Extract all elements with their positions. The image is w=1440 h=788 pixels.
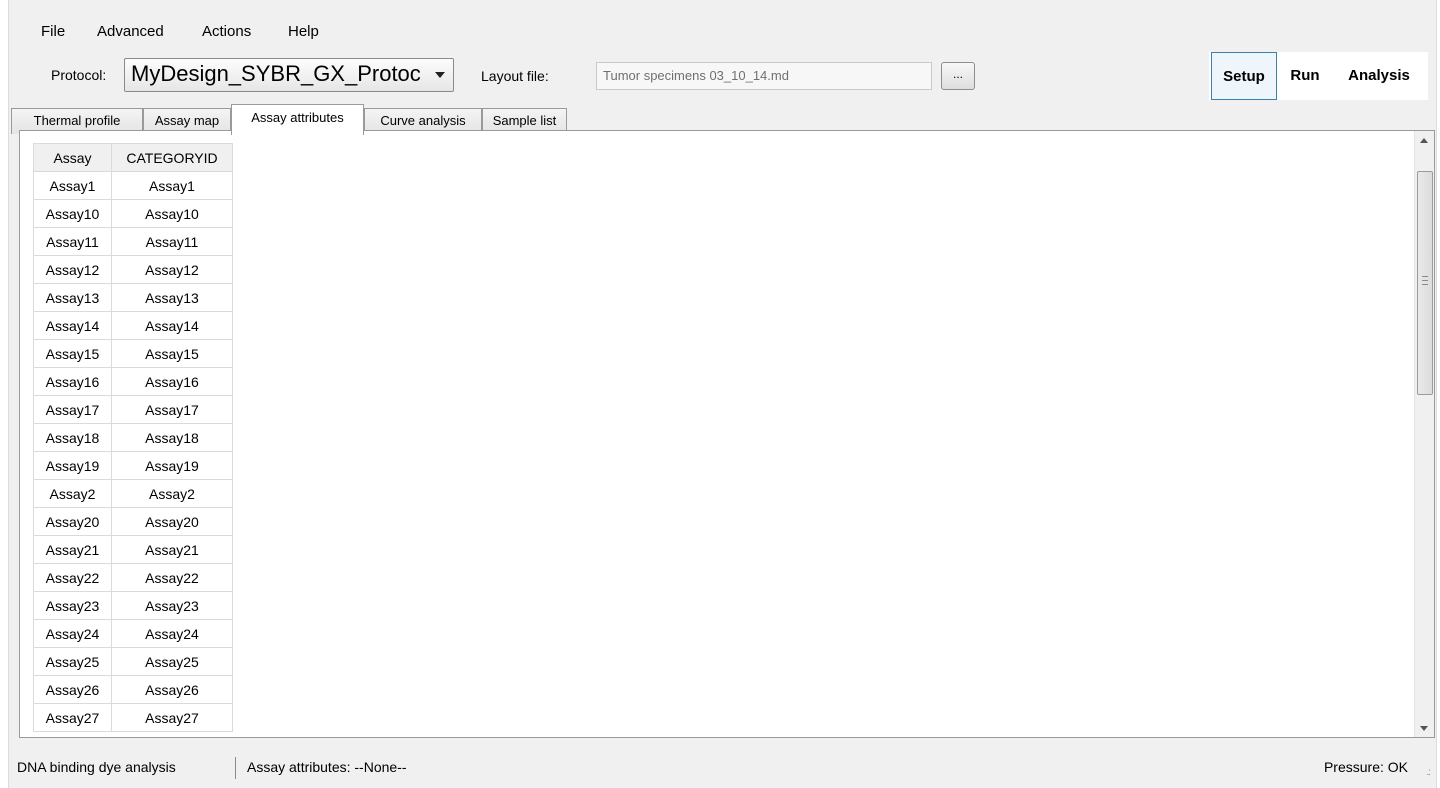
- table-row[interactable]: Assay18 Assay18: [33, 423, 233, 452]
- mode-analysis-button[interactable]: Analysis: [1333, 52, 1425, 100]
- cell-categoryid[interactable]: Assay21: [111, 535, 233, 564]
- cell-categoryid[interactable]: Assay24: [111, 619, 233, 648]
- app-window: File Advanced Actions Help Protocol: MyD…: [8, 0, 1437, 788]
- layout-file-label: Layout file:: [481, 68, 549, 84]
- table-row[interactable]: Assay22 Assay22: [33, 563, 233, 592]
- table-row[interactable]: Assay21 Assay21: [33, 535, 233, 564]
- cell-categoryid[interactable]: Assay19: [111, 451, 233, 480]
- mode-setup-button[interactable]: Setup: [1211, 52, 1277, 100]
- status-analysis-type: DNA binding dye analysis: [17, 759, 176, 775]
- cell-assay[interactable]: Assay18: [33, 423, 112, 452]
- cell-assay[interactable]: Assay22: [33, 563, 112, 592]
- mode-run-button[interactable]: Run: [1283, 52, 1327, 100]
- cell-assay[interactable]: Assay1: [33, 171, 112, 200]
- protocol-value: MyDesign_SYBR_GX_Protoc: [131, 61, 421, 86]
- table-row[interactable]: Assay1 Assay1: [33, 171, 233, 200]
- table-row[interactable]: Assay17 Assay17: [33, 395, 233, 424]
- cell-assay[interactable]: Assay11: [33, 227, 112, 256]
- cell-assay[interactable]: Assay20: [33, 507, 112, 536]
- cell-categoryid[interactable]: Assay2: [111, 479, 233, 508]
- table-row[interactable]: Assay23 Assay23: [33, 591, 233, 620]
- cell-categoryid[interactable]: Assay11: [111, 227, 233, 256]
- table-row[interactable]: Assay20 Assay20: [33, 507, 233, 536]
- cell-categoryid[interactable]: Assay26: [111, 675, 233, 704]
- assay-attributes-panel: Assay CATEGORYID Assay1 Assay1 Assay10 Assa…: [19, 130, 1435, 738]
- tab-strip: Thermal profile Assay map Assay attribut…: [9, 104, 1436, 135]
- scroll-down-arrow-icon[interactable]: [1415, 719, 1434, 737]
- browse-button[interactable]: ...: [941, 62, 975, 90]
- cell-categoryid[interactable]: Assay16: [111, 367, 233, 396]
- cell-assay[interactable]: Assay27: [33, 703, 112, 732]
- grip-icon: [1422, 276, 1428, 285]
- tab-assay-attributes[interactable]: Assay attributes: [231, 104, 364, 135]
- table-row[interactable]: Assay10 Assay10: [33, 199, 233, 228]
- cell-categoryid[interactable]: Assay15: [111, 339, 233, 368]
- chevron-down-icon: [435, 72, 445, 78]
- status-pressure: Pressure: OK: [1323, 759, 1408, 775]
- status-bar: DNA binding dye analysis Assay attribute…: [9, 744, 1436, 788]
- scrollbar-thumb[interactable]: [1417, 171, 1433, 395]
- table-row[interactable]: Assay26 Assay26: [33, 675, 233, 704]
- table-row[interactable]: Assay27 Assay27: [33, 703, 233, 732]
- cell-categoryid[interactable]: Assay13: [111, 283, 233, 312]
- cell-assay[interactable]: Assay12: [33, 255, 112, 284]
- cell-assay[interactable]: Assay15: [33, 339, 112, 368]
- menu-advanced[interactable]: Advanced: [93, 22, 168, 42]
- table-row[interactable]: Assay16 Assay16: [33, 367, 233, 396]
- column-header-assay[interactable]: Assay: [33, 143, 112, 172]
- cell-categoryid[interactable]: Assay22: [111, 563, 233, 592]
- cell-assay[interactable]: Assay21: [33, 535, 112, 564]
- cell-assay[interactable]: Assay24: [33, 619, 112, 648]
- menu-help[interactable]: Help: [284, 22, 323, 42]
- cell-assay[interactable]: Assay25: [33, 647, 112, 676]
- table-row[interactable]: Assay14 Assay14: [33, 311, 233, 340]
- status-divider: [235, 757, 236, 779]
- table-row[interactable]: Assay24 Assay24: [33, 619, 233, 648]
- cell-categoryid[interactable]: Assay25: [111, 647, 233, 676]
- table-row[interactable]: Assay15 Assay15: [33, 339, 233, 368]
- cell-categoryid[interactable]: Assay10: [111, 199, 233, 228]
- cell-assay[interactable]: Assay10: [33, 199, 112, 228]
- cell-assay[interactable]: Assay19: [33, 451, 112, 480]
- table-row[interactable]: Assay12 Assay12: [33, 255, 233, 284]
- table-row[interactable]: Assay13 Assay13: [33, 283, 233, 312]
- scroll-up-arrow-icon[interactable]: [1415, 131, 1434, 149]
- menu-file[interactable]: File: [37, 22, 69, 42]
- cell-categoryid[interactable]: Assay18: [111, 423, 233, 452]
- vertical-scrollbar[interactable]: [1414, 131, 1434, 737]
- layout-file-field[interactable]: Tumor specimens 03_10_14.md: [596, 62, 932, 90]
- cell-categoryid[interactable]: Assay17: [111, 395, 233, 424]
- table-row[interactable]: Assay2 Assay2: [33, 479, 233, 508]
- status-assay-attributes: Assay attributes: --None--: [247, 759, 407, 775]
- cell-assay[interactable]: Assay23: [33, 591, 112, 620]
- table-row[interactable]: Assay11 Assay11: [33, 227, 233, 256]
- cell-categoryid[interactable]: Assay12: [111, 255, 233, 284]
- cell-assay[interactable]: Assay14: [33, 311, 112, 340]
- protocol-label: Protocol:: [51, 67, 107, 83]
- cell-assay[interactable]: Assay2: [33, 479, 112, 508]
- table-row[interactable]: Assay25 Assay25: [33, 647, 233, 676]
- protocol-dropdown[interactable]: MyDesign_SYBR_GX_Protoc: [124, 58, 454, 92]
- cell-categoryid[interactable]: Assay14: [111, 311, 233, 340]
- cell-categoryid[interactable]: Assay27: [111, 703, 233, 732]
- cell-assay[interactable]: Assay17: [33, 395, 112, 424]
- menu-bar: File Advanced Actions Help: [9, 0, 1436, 40]
- cell-assay[interactable]: Assay13: [33, 283, 112, 312]
- assay-grid: Assay CATEGORYID Assay1 Assay1 Assay10 Assa…: [33, 143, 233, 732]
- column-header-categoryid[interactable]: CATEGORYID: [111, 143, 233, 172]
- mode-switcher: Setup Run Analysis: [1209, 52, 1428, 100]
- cell-categoryid[interactable]: Assay23: [111, 591, 233, 620]
- cell-categoryid[interactable]: Assay20: [111, 507, 233, 536]
- cell-assay[interactable]: Assay16: [33, 367, 112, 396]
- table-row[interactable]: Assay19 Assay19: [33, 451, 233, 480]
- cell-assay[interactable]: Assay26: [33, 675, 112, 704]
- cell-categoryid[interactable]: Assay1: [111, 171, 233, 200]
- menu-actions[interactable]: Actions: [198, 22, 255, 42]
- resize-grip-icon[interactable]: .:: [1426, 767, 1430, 778]
- grid-header-row: Assay CATEGORYID: [33, 143, 233, 172]
